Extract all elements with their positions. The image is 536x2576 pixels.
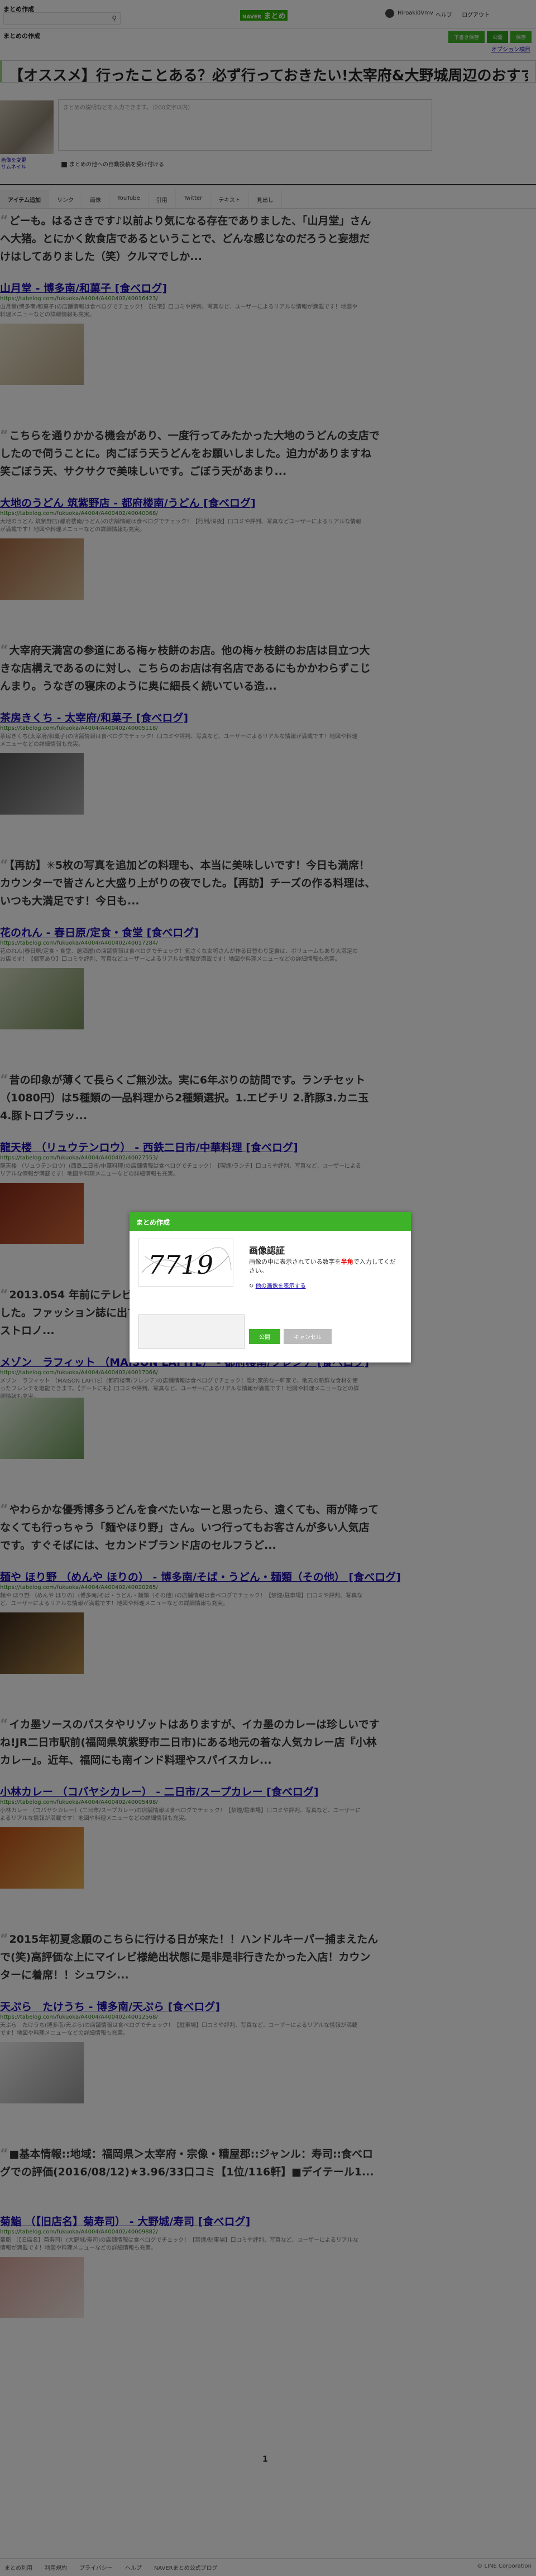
confirm-button[interactable]: 公開 bbox=[249, 1329, 280, 1344]
page: まとめ作成 ⚲ NAVER まとめ Hiroaki0Vmv ヘルプ ログアウト … bbox=[0, 0, 536, 2576]
instruction-highlight: 半角 bbox=[341, 1258, 353, 1265]
cancel-button[interactable]: キャンセル bbox=[284, 1329, 332, 1344]
refresh-label: 他の画像を表示する bbox=[255, 1283, 306, 1289]
dialog-title: 画像認証 bbox=[249, 1245, 285, 1256]
instruction-part: 画像の中に表示されている数字を bbox=[249, 1258, 341, 1265]
refresh-captcha-link[interactable]: ↻ 他の画像を表示する bbox=[249, 1281, 306, 1289]
captcha-code: 7719 bbox=[148, 1250, 213, 1280]
captcha-input[interactable] bbox=[138, 1315, 245, 1349]
refresh-icon: ↻ bbox=[249, 1283, 254, 1289]
dialog-header: まとめ作成 bbox=[130, 1212, 411, 1231]
dialog-instructions: 画像の中に表示されている数字を半角で入力してください。 bbox=[249, 1258, 400, 1275]
dialog-buttons: 公開 キャンセル bbox=[249, 1329, 332, 1344]
captcha-image: 7719 bbox=[138, 1239, 233, 1287]
captcha-dialog: まとめ作成 7719 画像認証 画像の中に表示されている数字を半角で入力してくだ… bbox=[130, 1212, 411, 1362]
